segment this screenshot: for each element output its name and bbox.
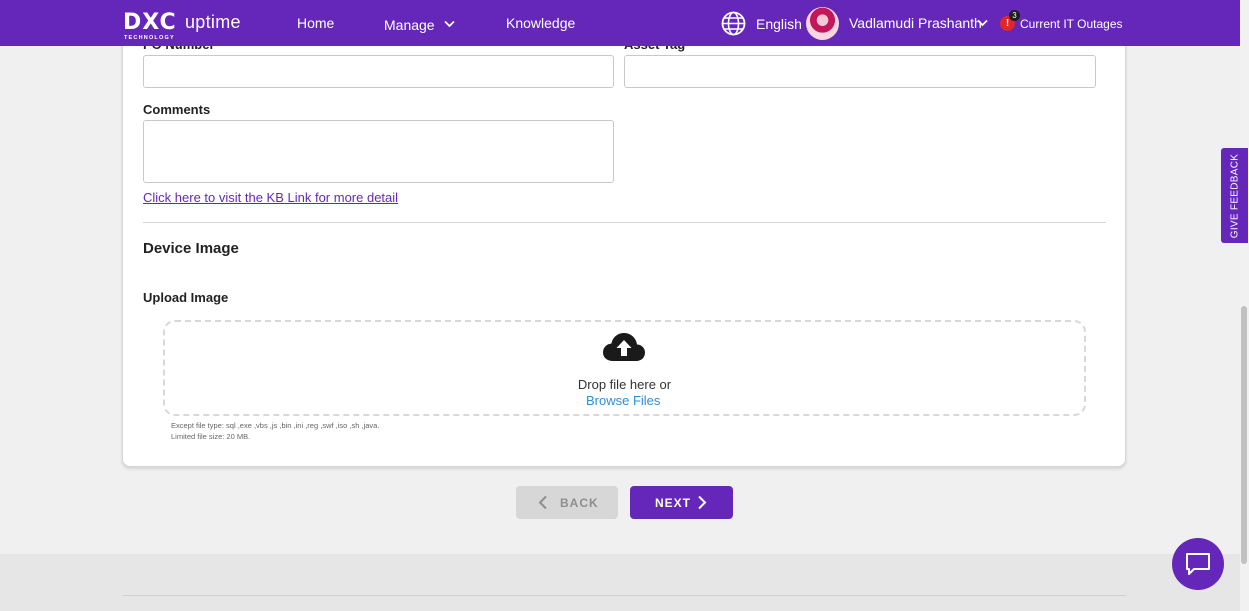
next-button[interactable]: NEXT [630, 486, 733, 519]
back-button[interactable]: BACK [516, 486, 618, 519]
nav-knowledge[interactable]: Knowledge [506, 15, 575, 31]
section-divider [143, 222, 1106, 223]
logo-uptime: uptime [185, 12, 241, 32]
chat-icon [1186, 553, 1210, 575]
globe-icon[interactable] [721, 11, 746, 36]
language-selector[interactable]: English [756, 16, 802, 32]
logo-technology: TECHNOLOGY [124, 35, 175, 41]
comments-label: Comments [143, 102, 211, 117]
top-navigation-bar: DXC TECHNOLOGY uptime Home Manage Knowle… [0, 0, 1240, 46]
nav-manage[interactable]: Manage [384, 15, 456, 33]
footer-divider [123, 595, 1126, 596]
chevron-left-icon [538, 495, 547, 510]
drop-file-text: Drop file here or [577, 377, 672, 392]
avatar[interactable] [806, 7, 839, 40]
chat-button[interactable] [1172, 538, 1224, 590]
asset-tag-input[interactable] [624, 55, 1096, 88]
kb-link[interactable]: Click here to visit the KB Link for more… [143, 190, 398, 205]
browse-files-link[interactable]: Browse Files [586, 393, 660, 408]
chevron-down-icon[interactable] [977, 19, 988, 27]
file-type-hint: Except file type: sql ,exe ,vbs ,js ,bin… [171, 421, 380, 430]
next-label: NEXT [655, 496, 692, 510]
po-number-input[interactable] [143, 55, 614, 88]
nav-manage-label: Manage [384, 17, 435, 33]
device-image-title: Device Image [143, 240, 239, 257]
dxc-uptime-logo[interactable]: DXC TECHNOLOGY uptime [123, 10, 253, 42]
page-footer [0, 554, 1240, 611]
cloud-upload-icon [603, 333, 645, 361]
nav-home[interactable]: Home [297, 15, 334, 31]
comments-textarea[interactable] [143, 120, 614, 183]
outages-count-badge: 3 [1009, 10, 1020, 21]
back-label: BACK [560, 496, 599, 510]
logo-dxc: DXC [123, 10, 177, 35]
chevron-down-icon [444, 15, 456, 31]
file-size-hint: Limited file size: 20 MB. [171, 432, 251, 441]
upload-image-label: Upload Image [143, 290, 229, 305]
current-it-outages-link[interactable]: Current IT Outages [1020, 17, 1123, 31]
user-name-menu[interactable]: Vadlamudi Prashanth [849, 15, 982, 31]
give-feedback-tab[interactable]: GIVE FEEDBACK [1221, 148, 1248, 243]
give-feedback-label: GIVE FEEDBACK [1229, 153, 1240, 238]
chevron-right-icon [698, 495, 707, 510]
scrollbar-thumb[interactable] [1241, 306, 1247, 564]
